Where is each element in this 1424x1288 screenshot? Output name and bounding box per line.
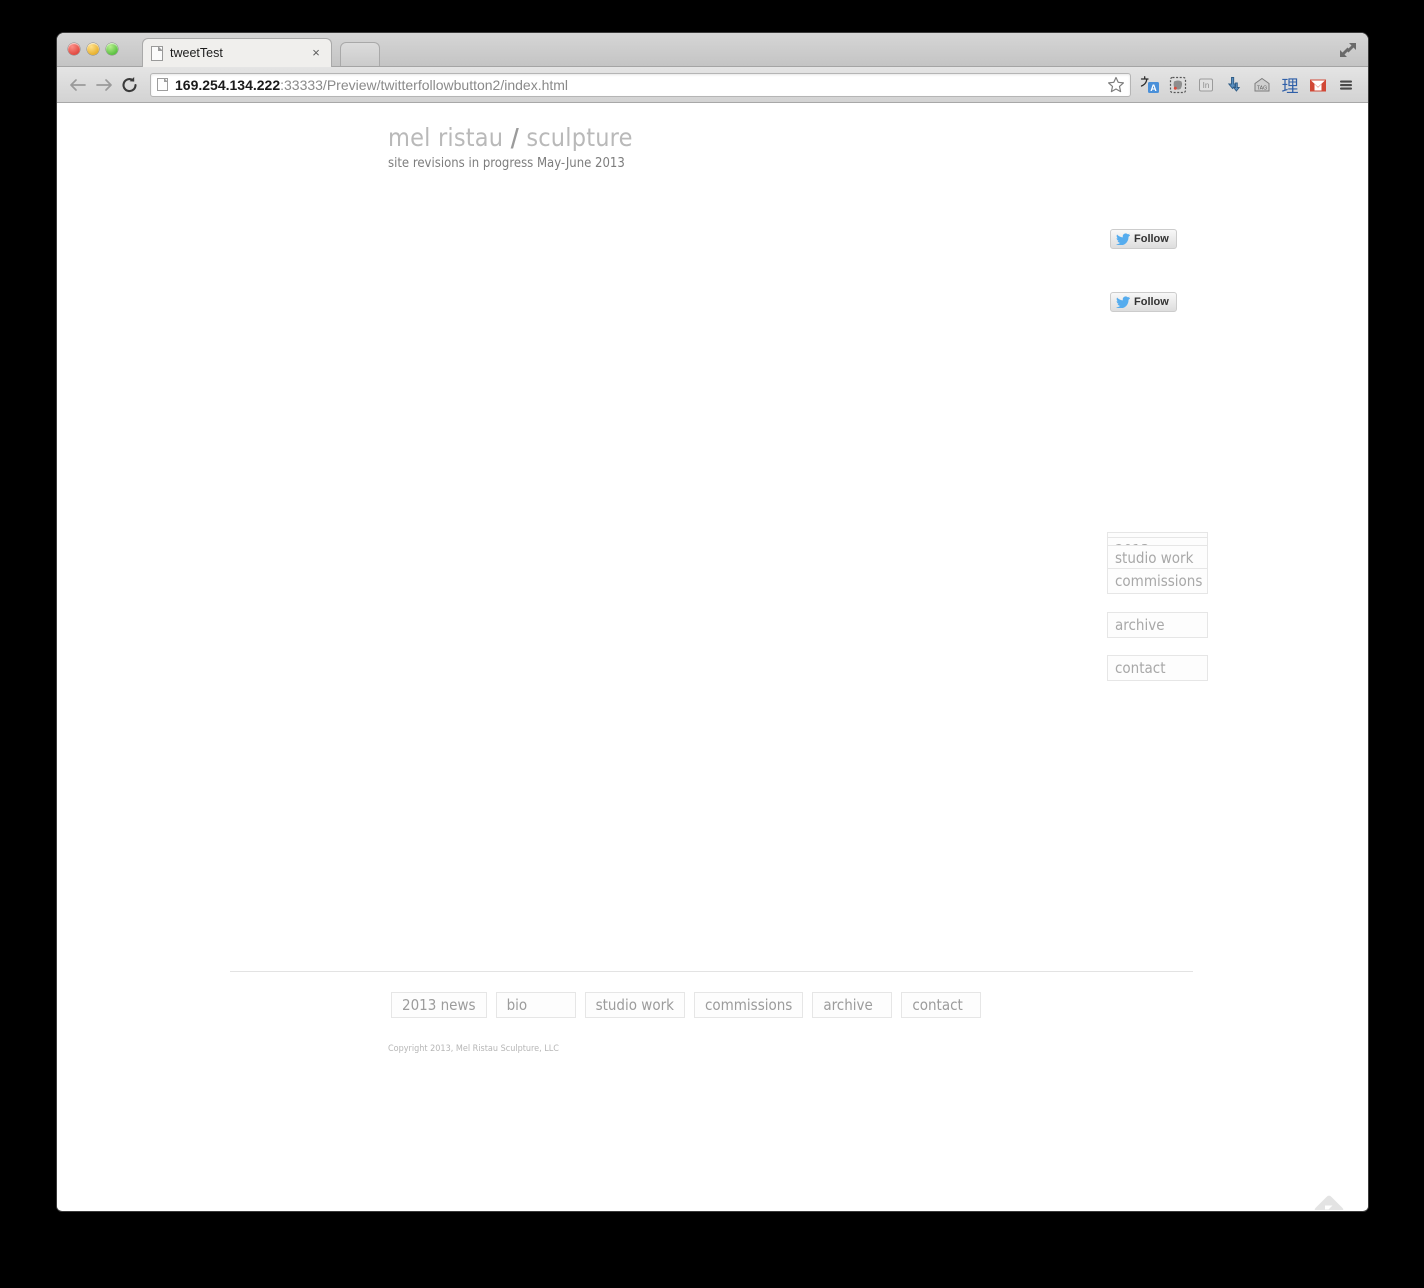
tab-title: tweetTest (170, 46, 223, 60)
window-minimize-button[interactable] (87, 43, 99, 55)
download-icon[interactable] (1222, 73, 1246, 97)
svg-text:A: A (1150, 83, 1157, 93)
twitter-follow-label-1: Follow (1134, 233, 1169, 245)
new-tab-button[interactable] (340, 42, 380, 66)
window-traffic-lights (68, 43, 118, 55)
twitter-follow-label-2: Follow (1134, 296, 1169, 308)
copyright-text: Copyright 2013, Mel Ristau Sculpture, LL… (388, 1044, 559, 1054)
sidebar-item-archive[interactable]: archive (1107, 612, 1208, 638)
twitter-follow-button-1[interactable]: Follow (1110, 229, 1177, 249)
url-path: :33333/Preview/twitterfollowbutton2/inde… (280, 76, 569, 93)
tab-strip: tweetTest × (57, 33, 1368, 67)
gmail-icon[interactable] (1306, 73, 1330, 97)
footer-item-2013-news[interactable]: 2013 news (391, 992, 487, 1018)
url-host: 169.254.134.222 (175, 76, 281, 93)
svg-text:TAG: TAG (1257, 85, 1267, 91)
browser-tab-tweettest[interactable]: tweetTest × (142, 38, 332, 67)
page-icon (151, 45, 163, 61)
evernote-icon[interactable] (1166, 73, 1190, 97)
sidebar-item-contact[interactable]: contact (1107, 655, 1208, 681)
back-button[interactable] (65, 72, 91, 98)
side-navigation: bio 2013 news studio work commissions ar… (1107, 532, 1212, 681)
title-prefix: mel ristau (388, 123, 511, 152)
url-text: 169.254.134.222:33333/Preview/twitterfol… (175, 77, 1106, 93)
feedly-icon[interactable] (1312, 1193, 1346, 1210)
footer-item-archive[interactable]: archive (812, 992, 893, 1018)
footer-item-studio-work[interactable]: studio work (584, 992, 685, 1018)
title-suffix: sculpture (518, 123, 633, 152)
translate-icon[interactable]: A (1138, 73, 1162, 97)
svg-text:In: In (1203, 81, 1210, 90)
page-title: mel ristau / sculpture (388, 123, 633, 152)
browser-toolbar: 169.254.134.222:33333/Preview/twitterfol… (57, 67, 1368, 103)
reload-icon[interactable] (117, 72, 143, 98)
twitter-bird-icon (1116, 296, 1130, 309)
sidebar-item-commissions[interactable]: commissions (1107, 568, 1208, 594)
footer-divider (230, 971, 1193, 972)
chinese-reader-icon[interactable]: 理 (1278, 73, 1302, 97)
linkedin-icon[interactable]: In (1194, 73, 1218, 97)
bookmark-star-icon[interactable] (1106, 75, 1126, 95)
side-nav-overlap-group: bio 2013 news studio work commissions ar… (1107, 532, 1212, 681)
footer-navigation: 2013 news bio studio work commissions ar… (391, 992, 982, 1018)
close-icon[interactable]: × (309, 46, 323, 60)
chrome-menu-icon[interactable] (1334, 73, 1358, 97)
chinese-reader-glyph: 理 (1281, 77, 1299, 97)
page-content: mel ristau / sculpture site revisions in… (57, 103, 1368, 1210)
window-close-button[interactable] (68, 43, 80, 55)
window-zoom-button[interactable] (106, 43, 118, 55)
twitter-follow-button-2[interactable]: Follow (1110, 292, 1177, 312)
page-subtitle: site revisions in progress May-June 2013 (388, 156, 625, 171)
forward-button[interactable] (91, 72, 117, 98)
footer-item-commissions[interactable]: commissions (693, 992, 804, 1018)
page-icon (157, 78, 168, 91)
tag-icon[interactable]: TAG (1250, 73, 1274, 97)
browser-window: tweetTest × 169.254.134.222:33333/Previe… (57, 33, 1368, 1211)
title-slash: / (510, 123, 519, 152)
fullscreen-icon[interactable] (1338, 41, 1358, 59)
footer-item-bio[interactable]: bio (495, 992, 576, 1018)
address-bar[interactable]: 169.254.134.222:33333/Preview/twitterfol… (150, 72, 1131, 97)
twitter-bird-icon (1116, 233, 1130, 246)
site-header: mel ristau / sculpture site revisions in… (388, 123, 633, 171)
extension-toolbar: A In TAG 理 (1138, 73, 1358, 97)
footer-item-contact[interactable]: contact (901, 992, 982, 1018)
